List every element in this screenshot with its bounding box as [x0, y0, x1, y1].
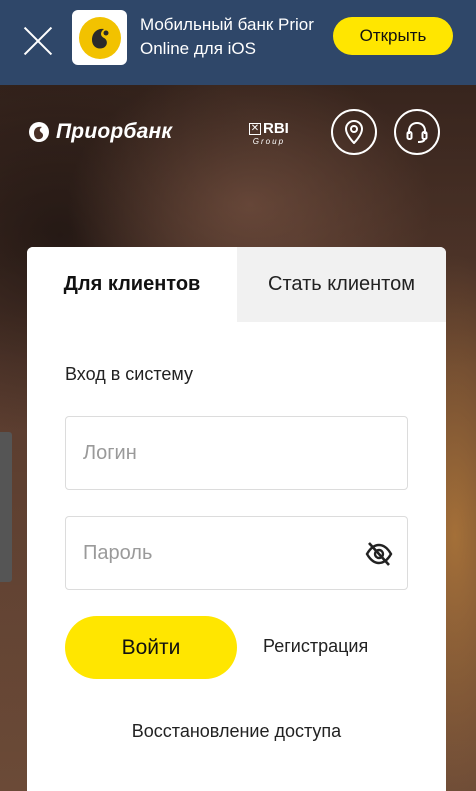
restore-access-link[interactable]: Восстановление доступа [27, 721, 446, 742]
logo-text: Приорбанк [56, 120, 173, 143]
app-promo-banner: Мобильный банк Prior Online для iOS Откр… [0, 0, 476, 85]
eye-slash-icon[interactable] [365, 541, 393, 567]
login-field [65, 416, 408, 490]
headset-icon [406, 121, 428, 143]
rbi-logo-sub: Group [252, 137, 286, 146]
password-field [65, 516, 408, 590]
rbi-x-icon: ✕ [249, 122, 261, 135]
login-input[interactable] [66, 417, 407, 489]
tab-for-clients[interactable]: Для клиентов [27, 247, 237, 322]
banner-text-line2: Online для iOS [140, 39, 256, 58]
form-title: Вход в систему [65, 364, 193, 384]
login-card: Для клиентов Стать клиентом Вход в систе… [27, 247, 446, 791]
client-tabs: Для клиентов Стать клиентом [27, 247, 446, 322]
tab-become-client[interactable]: Стать клиентом [237, 247, 446, 322]
side-tab[interactable] [0, 432, 12, 582]
banner-text-line1: Мобильный банк Prior [140, 15, 314, 34]
priorbank-logo[interactable]: Приорбанк [28, 120, 172, 144]
location-button[interactable] [331, 109, 377, 155]
prior-online-app-icon [72, 10, 127, 65]
rbi-logo-main: RBI [263, 120, 289, 137]
rbi-group-logo: ✕ RBI Group [249, 121, 289, 146]
priorbank-mark-icon [29, 122, 49, 142]
password-input[interactable] [66, 517, 407, 589]
banner-text: Мобильный банк Prior Online для iOS [140, 13, 330, 61]
open-app-button[interactable]: Открыть [333, 17, 453, 55]
support-button[interactable] [394, 109, 440, 155]
close-icon[interactable] [18, 20, 58, 60]
register-link[interactable]: Регистрация [263, 636, 368, 657]
location-pin-icon [344, 120, 364, 144]
login-button[interactable]: Войти [65, 616, 237, 679]
